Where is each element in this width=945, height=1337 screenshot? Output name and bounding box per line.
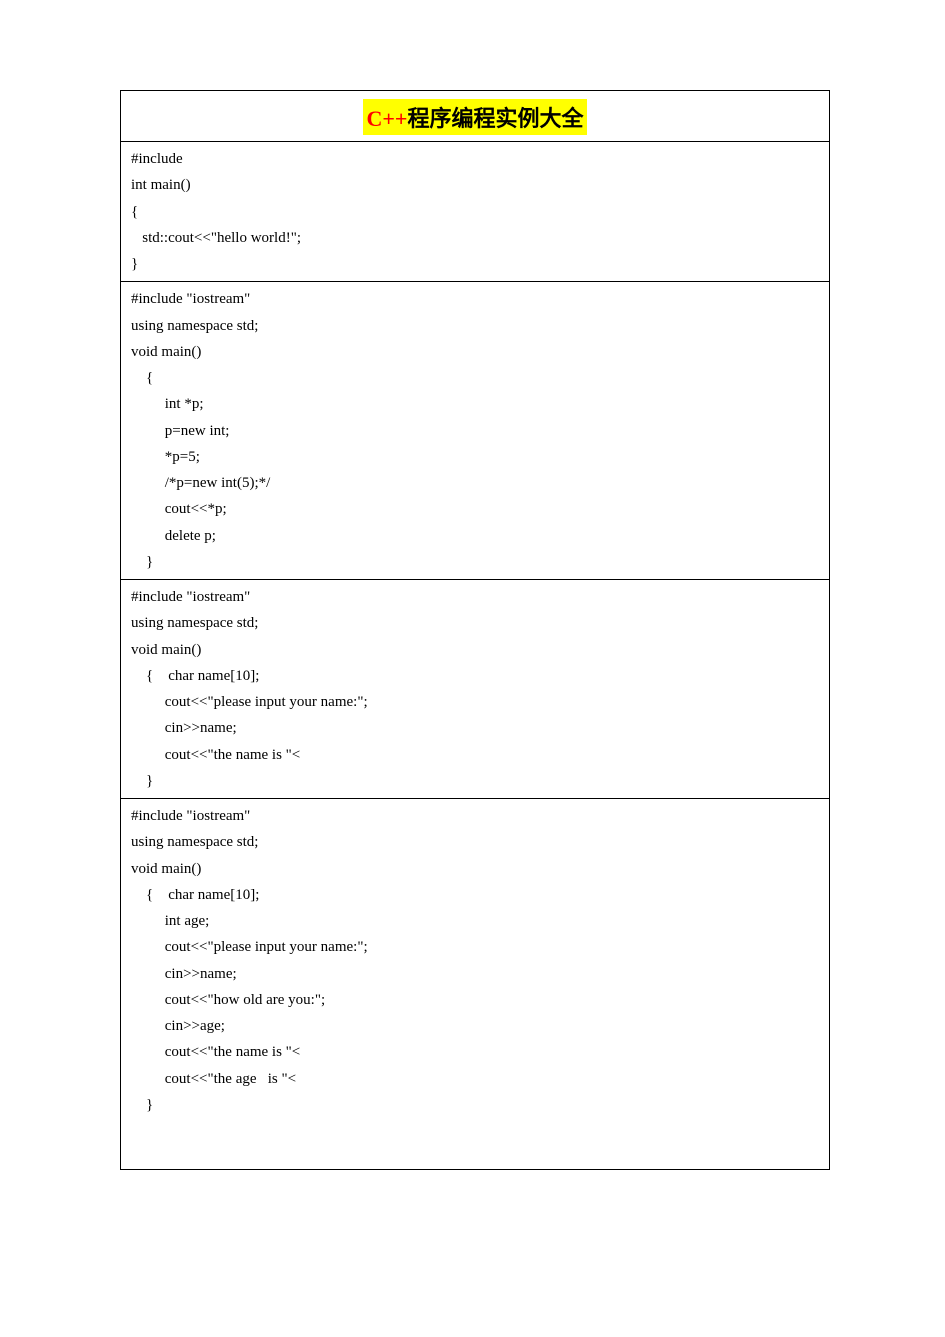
code-line: void main() — [131, 339, 819, 365]
code-line: cin>>age; — [131, 1013, 819, 1039]
document-title: C++程序编程实例大全 — [363, 99, 588, 135]
code-line: int *p; — [131, 391, 819, 417]
code-line: /*p=new int(5);*/ — [131, 470, 819, 496]
code-line: cout<<"please input your name:"; — [131, 934, 819, 960]
code-line: #include "iostream" — [131, 584, 819, 610]
code-line: delete p; — [131, 523, 819, 549]
code-line: cout<<"the age is "< — [131, 1066, 819, 1092]
code-line: std::cout<<"hello world!"; — [131, 225, 819, 251]
code-line: int age; — [131, 908, 819, 934]
code-line: using namespace std; — [131, 610, 819, 636]
code-line: using namespace std; — [131, 313, 819, 339]
code-line: cout<<"the name is "< — [131, 1039, 819, 1065]
code-line: } — [131, 768, 819, 794]
code-line: cout<<*p; — [131, 496, 819, 522]
title-cell: C++程序编程实例大全 — [121, 91, 829, 142]
code-line: #include — [131, 146, 819, 172]
code-line: } — [131, 1092, 819, 1118]
code-block-4: #include "iostream" using namespace std;… — [121, 799, 829, 1122]
code-line: { char name[10]; — [131, 882, 819, 908]
code-line: cout<<"the name is "< — [131, 742, 819, 768]
code-line: cout<<"how old are you:"; — [131, 987, 819, 1013]
document-outer-box: C++程序编程实例大全 #include int main() { std::c… — [120, 90, 830, 1170]
code-line: #include "iostream" — [131, 286, 819, 312]
code-line: #include "iostream" — [131, 803, 819, 829]
code-line: { — [131, 365, 819, 391]
code-block-2: #include "iostream" using namespace std;… — [121, 282, 829, 580]
code-block-1: #include int main() { std::cout<<"hello … — [121, 142, 829, 282]
code-block-3: #include "iostream" using namespace std;… — [121, 580, 829, 799]
code-line: using namespace std; — [131, 829, 819, 855]
code-line: p=new int; — [131, 418, 819, 444]
code-line: { — [131, 199, 819, 225]
code-line: } — [131, 549, 819, 575]
code-line: { char name[10]; — [131, 663, 819, 689]
code-line: int main() — [131, 172, 819, 198]
code-line: void main() — [131, 856, 819, 882]
code-line: cin>>name; — [131, 715, 819, 741]
title-part-red: C++ — [367, 106, 408, 131]
code-line: } — [131, 251, 819, 277]
code-line: cin>>name; — [131, 961, 819, 987]
title-part-black: 程序编程实例大全 — [407, 106, 583, 131]
code-line: *p=5; — [131, 444, 819, 470]
code-line: void main() — [131, 637, 819, 663]
code-line: cout<<"please input your name:"; — [131, 689, 819, 715]
